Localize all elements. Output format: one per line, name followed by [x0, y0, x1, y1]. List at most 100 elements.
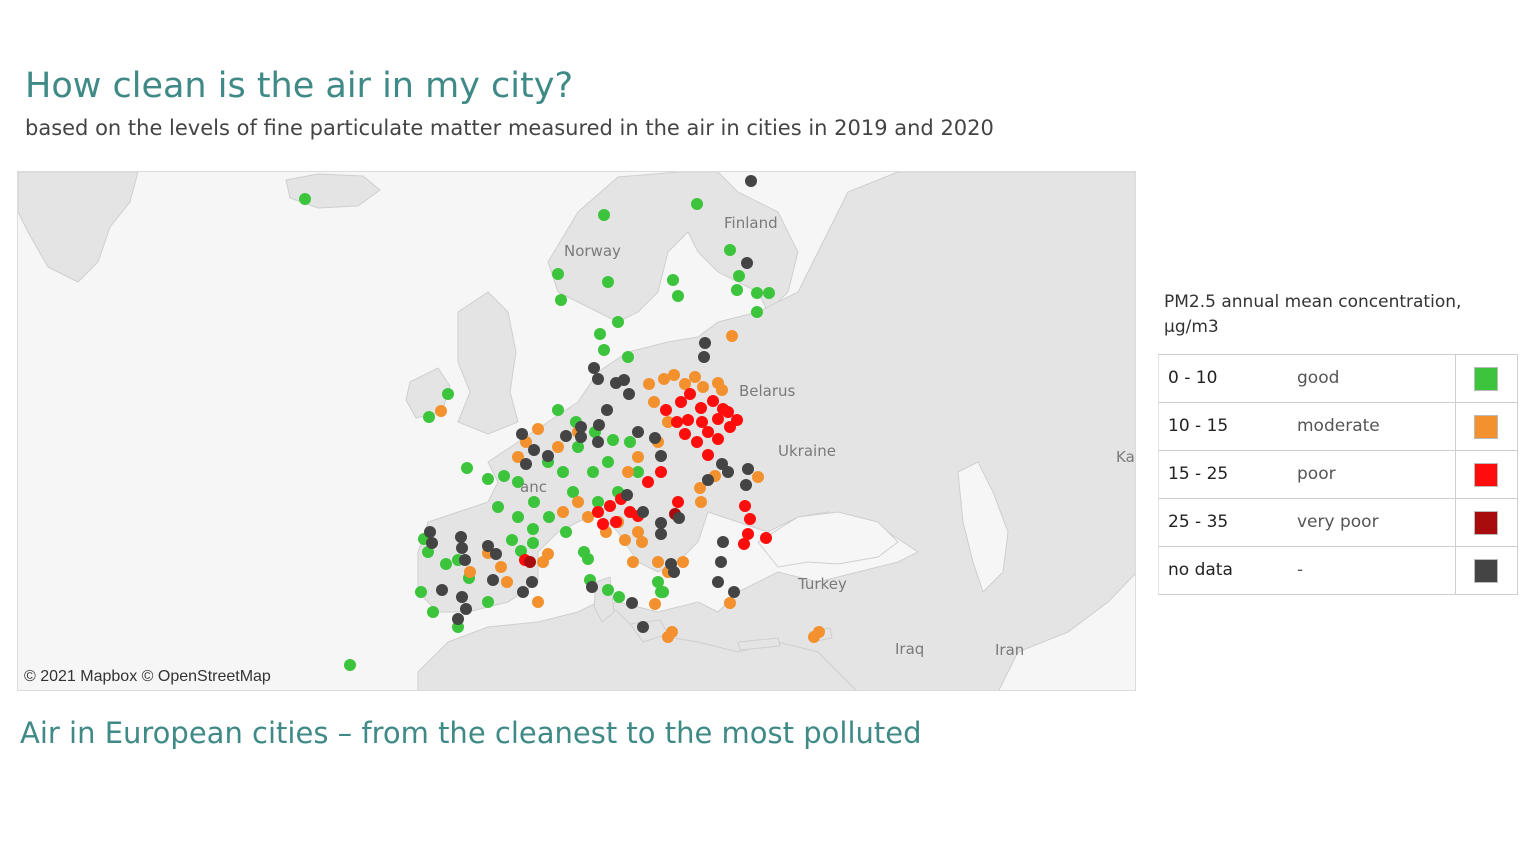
- city-marker-no-data[interactable]: [456, 542, 468, 554]
- city-marker-good[interactable]: [528, 496, 540, 508]
- city-marker-good[interactable]: [622, 351, 634, 363]
- city-marker-good[interactable]: [498, 470, 510, 482]
- city-marker-no-data[interactable]: [490, 548, 502, 560]
- city-marker-good[interactable]: [527, 523, 539, 535]
- city-marker-no-data[interactable]: [618, 374, 630, 386]
- city-marker-no-data[interactable]: [542, 450, 554, 462]
- city-marker-poor[interactable]: [712, 433, 724, 445]
- city-marker-no-data[interactable]: [655, 528, 667, 540]
- city-marker-good[interactable]: [415, 586, 427, 598]
- city-marker-no-data[interactable]: [455, 531, 467, 543]
- city-marker-poor[interactable]: [744, 513, 756, 525]
- legend-row-moderate[interactable]: 10 - 15 moderate: [1158, 403, 1518, 451]
- city-marker-moderate[interactable]: [532, 423, 544, 435]
- city-marker-no-data[interactable]: [702, 474, 714, 486]
- city-marker-moderate[interactable]: [813, 626, 825, 638]
- city-marker-no-data[interactable]: [673, 512, 685, 524]
- city-marker-moderate[interactable]: [619, 534, 631, 546]
- city-marker-good[interactable]: [552, 404, 564, 416]
- city-marker-poor[interactable]: [682, 414, 694, 426]
- city-marker-moderate[interactable]: [724, 597, 736, 609]
- city-marker-no-data[interactable]: [426, 537, 438, 549]
- city-marker-moderate[interactable]: [716, 384, 728, 396]
- city-marker-no-data[interactable]: [632, 426, 644, 438]
- city-marker-poor[interactable]: [660, 404, 672, 416]
- city-marker-moderate[interactable]: [501, 576, 513, 588]
- city-marker-no-data[interactable]: [637, 621, 649, 633]
- city-marker-moderate[interactable]: [464, 566, 476, 578]
- city-marker-no-data[interactable]: [655, 450, 667, 462]
- city-marker-no-data[interactable]: [717, 536, 729, 548]
- city-marker-no-data[interactable]: [698, 351, 710, 363]
- city-marker-no-data[interactable]: [715, 556, 727, 568]
- city-marker-poor[interactable]: [671, 416, 683, 428]
- city-marker-good[interactable]: [552, 268, 564, 280]
- city-marker-good[interactable]: [512, 511, 524, 523]
- city-marker-good[interactable]: [587, 466, 599, 478]
- city-marker-moderate[interactable]: [622, 466, 634, 478]
- city-marker-moderate[interactable]: [662, 631, 674, 643]
- city-marker-poor[interactable]: [702, 426, 714, 438]
- city-marker-very-poor[interactable]: [524, 556, 536, 568]
- city-marker-good[interactable]: [731, 284, 743, 296]
- city-marker-good[interactable]: [543, 511, 555, 523]
- city-marker-good[interactable]: [724, 244, 736, 256]
- city-marker-good[interactable]: [612, 316, 624, 328]
- city-marker-no-data[interactable]: [741, 257, 753, 269]
- city-marker-no-data[interactable]: [637, 506, 649, 518]
- city-marker-moderate[interactable]: [495, 561, 507, 573]
- city-marker-good[interactable]: [733, 270, 745, 282]
- city-marker-good[interactable]: [423, 411, 435, 423]
- legend-row-poor[interactable]: 15 - 25 poor: [1158, 451, 1518, 499]
- city-marker-no-data[interactable]: [575, 431, 587, 443]
- city-marker-moderate[interactable]: [532, 596, 544, 608]
- city-marker-poor[interactable]: [679, 428, 691, 440]
- city-marker-no-data[interactable]: [623, 388, 635, 400]
- city-marker-poor[interactable]: [739, 500, 751, 512]
- city-marker-poor[interactable]: [672, 496, 684, 508]
- city-marker-good[interactable]: [598, 344, 610, 356]
- city-marker-no-data[interactable]: [460, 603, 472, 615]
- city-marker-good[interactable]: [672, 290, 684, 302]
- city-marker-poor[interactable]: [675, 396, 687, 408]
- city-marker-moderate[interactable]: [435, 405, 447, 417]
- city-marker-moderate[interactable]: [557, 506, 569, 518]
- city-marker-moderate[interactable]: [542, 548, 554, 560]
- city-marker-moderate[interactable]: [648, 396, 660, 408]
- city-marker-good[interactable]: [482, 596, 494, 608]
- city-marker-good[interactable]: [506, 534, 518, 546]
- air-quality-map[interactable]: Finland Norway Belarus Ukraine Ka anc Tu…: [17, 171, 1136, 691]
- city-marker-poor[interactable]: [695, 402, 707, 414]
- city-marker-moderate[interactable]: [697, 381, 709, 393]
- city-marker-good[interactable]: [461, 462, 473, 474]
- city-marker-good[interactable]: [624, 436, 636, 448]
- city-marker-no-data[interactable]: [452, 613, 464, 625]
- city-marker-good[interactable]: [427, 606, 439, 618]
- city-marker-no-data[interactable]: [517, 586, 529, 598]
- city-marker-good[interactable]: [607, 434, 619, 446]
- city-marker-moderate[interactable]: [726, 330, 738, 342]
- city-marker-moderate[interactable]: [627, 556, 639, 568]
- city-marker-poor[interactable]: [702, 449, 714, 461]
- city-marker-good[interactable]: [613, 591, 625, 603]
- city-marker-no-data[interactable]: [586, 581, 598, 593]
- city-marker-poor[interactable]: [707, 395, 719, 407]
- city-marker-no-data[interactable]: [588, 362, 600, 374]
- city-marker-poor[interactable]: [722, 406, 734, 418]
- city-marker-good[interactable]: [602, 456, 614, 468]
- city-marker-moderate[interactable]: [695, 496, 707, 508]
- city-marker-poor[interactable]: [597, 518, 609, 530]
- city-marker-poor[interactable]: [604, 500, 616, 512]
- city-marker-moderate[interactable]: [632, 451, 644, 463]
- city-marker-moderate[interactable]: [643, 378, 655, 390]
- city-marker-good[interactable]: [751, 287, 763, 299]
- city-marker-good[interactable]: [763, 287, 775, 299]
- city-marker-no-data[interactable]: [526, 576, 538, 588]
- city-marker-no-data[interactable]: [487, 574, 499, 586]
- city-marker-good[interactable]: [602, 584, 614, 596]
- city-marker-good[interactable]: [560, 526, 572, 538]
- city-marker-good[interactable]: [578, 546, 590, 558]
- city-marker-good[interactable]: [344, 659, 356, 671]
- city-marker-moderate[interactable]: [649, 598, 661, 610]
- city-marker-poor[interactable]: [696, 416, 708, 428]
